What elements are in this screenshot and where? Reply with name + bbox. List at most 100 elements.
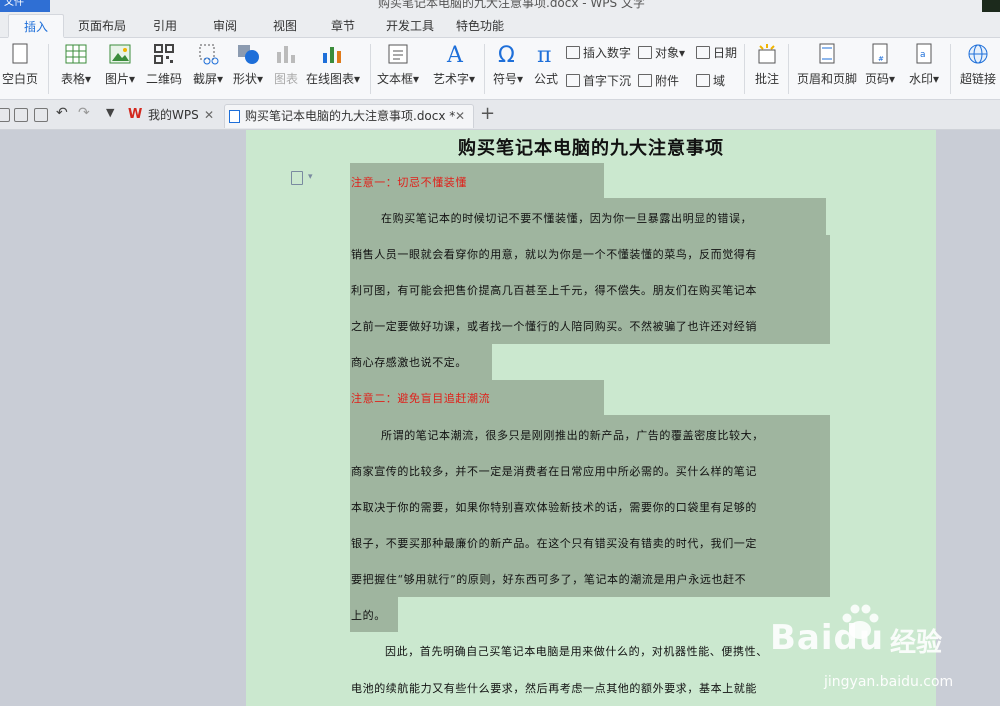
object-button[interactable]: 对象▾ [638,44,685,61]
symbol-button[interactable]: Ω 符号▾ [490,42,526,87]
dropcap-button[interactable]: 首字下沉 [566,72,631,89]
table-text: 表格 [60,72,85,86]
scissors-icon [195,42,221,66]
comment-icon [754,42,780,66]
quick-access-dropdown-icon[interactable]: ▼ [106,106,114,119]
table-label: 表格▾ [60,72,92,86]
ribbon-divider [484,44,485,94]
document-tab-bar: ↶ ↷ ▼ W 我的WPS ✕ 购买笔记本电脑的九大注意事项.docx * ✕ [0,100,1000,130]
qrcode-icon [151,42,177,66]
header-footer-button[interactable]: 页眉和页脚 [796,42,858,87]
new-doc-icon[interactable] [0,108,10,122]
chart-label: 图表 [273,72,298,86]
online-chart-label: 在线图表▾ [306,72,361,86]
tab-page-layout[interactable]: 页面布局 [70,14,134,38]
date-button[interactable]: 日期 [696,44,737,61]
wordart-button[interactable]: A 艺术字▾ [430,42,478,87]
field-button[interactable]: 域 [696,72,725,89]
watermark-button[interactable]: a 水印▾ [904,42,944,87]
blank-page-button[interactable]: 空白页 [0,42,40,87]
tab-references[interactable]: 引用 [140,14,190,38]
section-heading: 注意二：避免盲目追赶潮流 [351,392,491,405]
tab-developer[interactable]: 开发工具 [378,14,442,38]
paragraph-line: 在购买笔记本的时候切记不要不懂装懂，因为你一旦暴露出明显的错误， [381,212,753,225]
omega-icon: Ω [495,42,521,68]
insert-number-label: 插入数字 [583,46,632,60]
shapes-button[interactable]: 形状▾ [230,42,266,87]
paragraph-line: 因此，首先明确自己买笔记本电脑是用来做什么的，对机器性能、便携性、 [385,645,768,658]
print-icon[interactable] [14,108,28,122]
dropcap-icon [566,74,580,87]
online-chart-icon [319,42,345,66]
print-preview-icon[interactable] [34,108,48,122]
page-number-label: 页码▾ [864,72,896,86]
paperclip-icon [638,74,652,87]
tab-view[interactable]: 视图 [260,14,310,38]
picture-text: 图片 [104,72,129,86]
calendar-icon [696,46,710,59]
paragraph-line: 商家宣传的比较多，并不一定是消费者在日常应用中所必需的。买什么样的笔记 [351,465,757,478]
window-corner [982,0,1000,12]
tab-my-wps[interactable]: W 我的WPS ✕ [126,104,222,128]
chart-button[interactable]: 图表 [270,42,302,87]
svg-text:#: # [878,55,884,63]
ribbon-divider [950,44,951,94]
paragraph-layout-icon[interactable] [291,171,303,185]
svg-text:A: A [446,43,464,66]
wordart-text: 艺术字 [432,72,469,86]
textbox-button[interactable]: 文本框▾ [376,42,420,87]
picture-button[interactable]: 图片▾ [100,42,140,87]
qrcode-label: 二维码 [145,72,182,86]
online-chart-button[interactable]: 在线图表▾ [306,42,361,87]
tab-current-document[interactable]: 购买笔记本电脑的九大注意事项.docx * ✕ [224,104,474,128]
tab-special-features[interactable]: 特色功能 [448,14,512,38]
baidu-brand-text: Baidu [770,618,885,658]
tab-review[interactable]: 审阅 [200,14,250,38]
qrcode-button[interactable]: 二维码 [144,42,184,87]
baidu-watermark: Baidu 经验 jingyan.baidu.com [760,598,1000,706]
page-number-button[interactable]: # 页码▾ [862,42,898,87]
watermark-icon: a [911,42,937,66]
close-tab-icon[interactable]: ✕ [455,105,465,127]
paragraph-line: 利可图，有可能会把售价提高几百甚至上千元，得不偿失。朋友们在购买笔记本 [351,284,757,297]
field-label: 域 [713,74,726,88]
paragraph-line: 电池的续航能力又有些什么要求，然后再考虑一点其他的额外要求，基本上就能 [351,682,757,695]
shapes-icon [235,42,261,66]
shapes-label: 形状▾ [232,72,264,86]
ribbon-toolbar: 空白页 表格▾ 图片▾ 二维码 截屏▾ 形状▾ 图表 在线图表▾ 文本框▾ A … [0,38,1000,100]
close-tab-icon[interactable]: ✕ [204,104,214,126]
attachment-button[interactable]: 附件 [638,72,679,89]
blank-page-label: 空白页 [1,72,38,86]
redo-icon[interactable]: ↷ [78,105,90,121]
pi-icon: π [533,42,559,68]
undo-icon[interactable]: ↶ [56,105,68,121]
hyperlink-button[interactable]: 超链接 [956,42,1000,87]
attachment-label: 附件 [655,74,680,88]
doc-file-icon [229,110,240,123]
picture-icon [107,42,133,66]
paragraph-line: 所谓的笔记本潮流，很多只是刚刚推出的新产品，广告的覆盖密度比较大， [381,429,764,442]
paragraph-dropdown-icon[interactable]: ▾ [308,172,313,182]
title-bar: 文件 购买笔记本电脑的九大注意事项.docx - WPS 文字 [0,0,1000,12]
comment-button[interactable]: 批注 [750,42,784,87]
baidu-brand-cn: 经验 [890,628,943,658]
page-number-text: 页码 [864,72,889,86]
screenshot-text: 截屏 [192,72,217,86]
tab-insert[interactable]: 插入 [8,14,64,38]
textbox-icon [385,42,411,66]
object-icon [638,46,652,59]
screenshot-button[interactable]: 截屏▾ [188,42,228,87]
formula-button[interactable]: π 公式 [530,42,562,87]
globe-icon [965,42,991,66]
insert-number-button[interactable]: 插入数字 [566,44,631,61]
baidu-url: jingyan.baidu.com [824,674,954,690]
paragraph-line: 上的。 [351,609,386,622]
file-menu-button[interactable]: 文件 [0,0,50,12]
tab-my-wps-label: 我的WPS [148,108,199,122]
ribbon-tabs: 插入 页面布局 引用 审阅 视图 章节 开发工具 特色功能 [0,12,1000,38]
table-button[interactable]: 表格▾ [56,42,96,87]
new-tab-plus-icon[interactable]: + [480,103,495,124]
svg-text:π: π [537,43,551,66]
tab-section[interactable]: 章节 [318,14,368,38]
tab-current-document-label: 购买笔记本电脑的九大注意事项.docx * [245,109,456,123]
